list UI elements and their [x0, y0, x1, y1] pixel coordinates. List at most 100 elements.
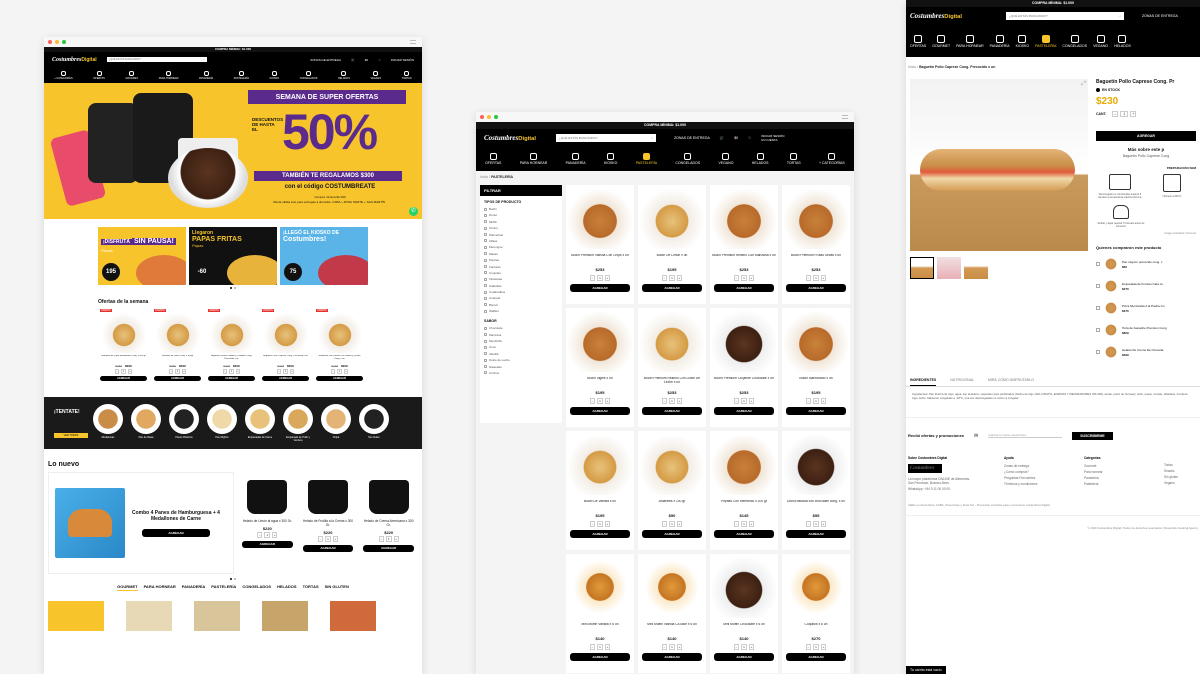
checkbox[interactable] [484, 352, 487, 356]
add-button[interactable]: AGREGAR [714, 653, 774, 661]
qty-input[interactable]: 1 [337, 369, 342, 374]
footer-link[interactable]: Para hornear [1084, 470, 1138, 474]
maximize-dot[interactable] [494, 115, 498, 119]
ver-todos-button[interactable]: VER TODOS [54, 432, 88, 438]
qty-minus-button[interactable]: – [734, 644, 739, 650]
delivery-zones-link[interactable]: ZONAS DE ENTREGA [310, 58, 341, 62]
minimize-dot[interactable] [55, 40, 59, 44]
checkbox[interactable] [484, 326, 487, 330]
checkbox[interactable] [484, 303, 487, 307]
newsletter-input[interactable]: Ingresá tu correo electrónico [988, 433, 1063, 439]
related-item[interactable]: Helado De Crema De Chocolat $399 [1096, 344, 1196, 360]
add-button[interactable]: AGREGAR [714, 407, 774, 415]
qty-input[interactable]: 1 [597, 275, 603, 281]
qty-minus-button[interactable]: – [590, 521, 595, 527]
checkbox[interactable] [484, 365, 487, 369]
qty-minus-button[interactable]: – [590, 398, 595, 404]
checkbox[interactable] [484, 265, 487, 269]
nav-item[interactable]: PASTELERÍA [1035, 34, 1056, 48]
product-card[interactable]: Budín Premium Crujiente Chocolate x un $2… [710, 308, 778, 427]
checkbox[interactable] [1096, 262, 1100, 266]
tentate-item[interactable]: Sin Gluten [358, 404, 390, 442]
qty-input[interactable]: 1 [121, 369, 126, 374]
nav-item[interactable]: HELADOS [1114, 34, 1131, 48]
checkbox[interactable] [1096, 306, 1100, 310]
qty-input[interactable]: 1 [741, 398, 747, 404]
filter-option[interactable]: Waffles [484, 309, 558, 313]
qty-input[interactable]: 1 [813, 644, 819, 650]
product-card[interactable]: Amarettis x 100 gr $90–1 + AGREGAR [638, 431, 706, 550]
add-button[interactable]: AGREGAR [570, 284, 630, 292]
footer-link[interactable]: Sin gluten [1164, 475, 1178, 479]
add-button[interactable]: AGREGAR [642, 284, 702, 292]
qty-minus-button[interactable]: – [223, 369, 227, 374]
filter-option[interactable]: Churro [484, 226, 558, 230]
icecream-card[interactable]: Helado de Frutilla a la Crema x 300 Gr. $… [298, 472, 358, 574]
nav-item[interactable]: HELADOS [752, 153, 769, 165]
checkbox[interactable] [484, 296, 487, 300]
checkbox[interactable] [484, 333, 487, 337]
search-input[interactable]: ¿QUÉ ESTÁS BUSCANDO? ⌕ [556, 134, 657, 142]
maximize-dot[interactable] [62, 40, 66, 44]
qty-minus-button[interactable]: – [257, 531, 263, 538]
nav-item[interactable]: TORTAS [402, 70, 412, 80]
tentate-item[interactable]: Empanada de Pollo y Verdura [282, 404, 314, 442]
qty-plus-button[interactable]: + [344, 369, 348, 374]
product-tab[interactable]: NUTRICIONAL [950, 378, 974, 386]
product-card[interactable]: Budín Premium Relleno Con Manzana x un $2… [710, 185, 778, 304]
qty-minus-button[interactable]: – [277, 369, 281, 374]
add-button[interactable]: AGREGAR [714, 530, 774, 538]
filter-option[interactable]: Palmeritas [484, 233, 558, 237]
search-icon[interactable]: ⌕ [651, 136, 653, 140]
heart-icon[interactable]: ♡ [378, 58, 381, 62]
nav-item[interactable]: GOURMET [932, 34, 950, 48]
nav-item[interactable]: + CATEGORÍAS [54, 70, 73, 80]
product-card[interactable]: Coquitos x 6 un $270–1 + AGREGAR [782, 554, 850, 673]
qty-minus-button[interactable]: – [590, 275, 595, 281]
checkbox[interactable] [484, 213, 487, 217]
filter-option[interactable]: Cítricos [484, 371, 558, 375]
qty-minus-button[interactable]: – [115, 369, 119, 374]
add-button[interactable]: AGREGAR [786, 407, 846, 415]
filter-option[interactable]: Tarteletas [484, 277, 558, 281]
icecream-card[interactable]: Helado de Crema Americana x 300 Gr. $220–… [359, 472, 419, 574]
qty-plus-button[interactable]: + [749, 521, 754, 527]
nav-item[interactable]: CONGELADOS [1062, 34, 1087, 48]
nav-item[interactable]: CONGELADOS [675, 153, 700, 165]
filter-option[interactable]: Chocolate [484, 326, 558, 330]
nav-item[interactable]: VEGANO [370, 70, 381, 80]
filter-option[interactable]: Budín [484, 207, 558, 211]
promo-card[interactable]: ¡LLEGÓ EL KIOSKO DE Costumbres! 75 [280, 227, 368, 285]
add-button[interactable]: AGREGAR [786, 653, 846, 661]
nav-item[interactable]: KIOSKO [270, 70, 279, 80]
filter-option[interactable]: Cuadraditos [484, 290, 558, 294]
add-button[interactable]: AGREGAR [570, 407, 630, 415]
qty-plus-button[interactable]: + [677, 644, 682, 650]
combo-add-button[interactable]: AGREGAR [142, 528, 210, 537]
footer-link[interactable]: Vegano [1164, 481, 1178, 485]
nav-item[interactable]: OFERTAS [910, 34, 926, 48]
nav-item[interactable]: PASTELERÍA [636, 153, 657, 165]
qty-minus-button[interactable]: – [662, 644, 667, 650]
add-button[interactable]: AGREGAR [316, 376, 363, 381]
menu-icon[interactable] [410, 40, 416, 44]
checkbox[interactable] [484, 345, 487, 349]
qty-minus-button[interactable]: – [806, 644, 811, 650]
combo-card[interactable]: Combo 4 Panes de Hamburguesa + 4 Medallo… [48, 472, 234, 574]
cart-empty-bar[interactable]: Tu carrito está vacío [906, 666, 946, 674]
nav-item[interactable]: KIOSKO [1016, 34, 1029, 48]
qty-plus-button[interactable]: + [677, 275, 682, 281]
cart-icon[interactable]: 🛒 [720, 136, 724, 140]
qty-input[interactable]: 1 [669, 275, 675, 281]
checkbox[interactable] [484, 358, 487, 362]
qty-minus-button[interactable]: – [806, 275, 811, 281]
minimize-dot[interactable] [487, 115, 491, 119]
nav-item[interactable]: PANADERÍA [199, 70, 213, 80]
checkbox[interactable] [484, 277, 487, 281]
add-button[interactable]: AGREGAR [570, 653, 630, 661]
qty-minus-button[interactable]: – [1112, 111, 1119, 117]
filter-option[interactable]: Facturas [484, 265, 558, 269]
filter-option[interactable]: Pepitas [484, 258, 558, 262]
qty-minus-button[interactable]: – [734, 521, 739, 527]
delivery-zones-link[interactable]: ZONAS DE ENTREGA [674, 136, 710, 140]
